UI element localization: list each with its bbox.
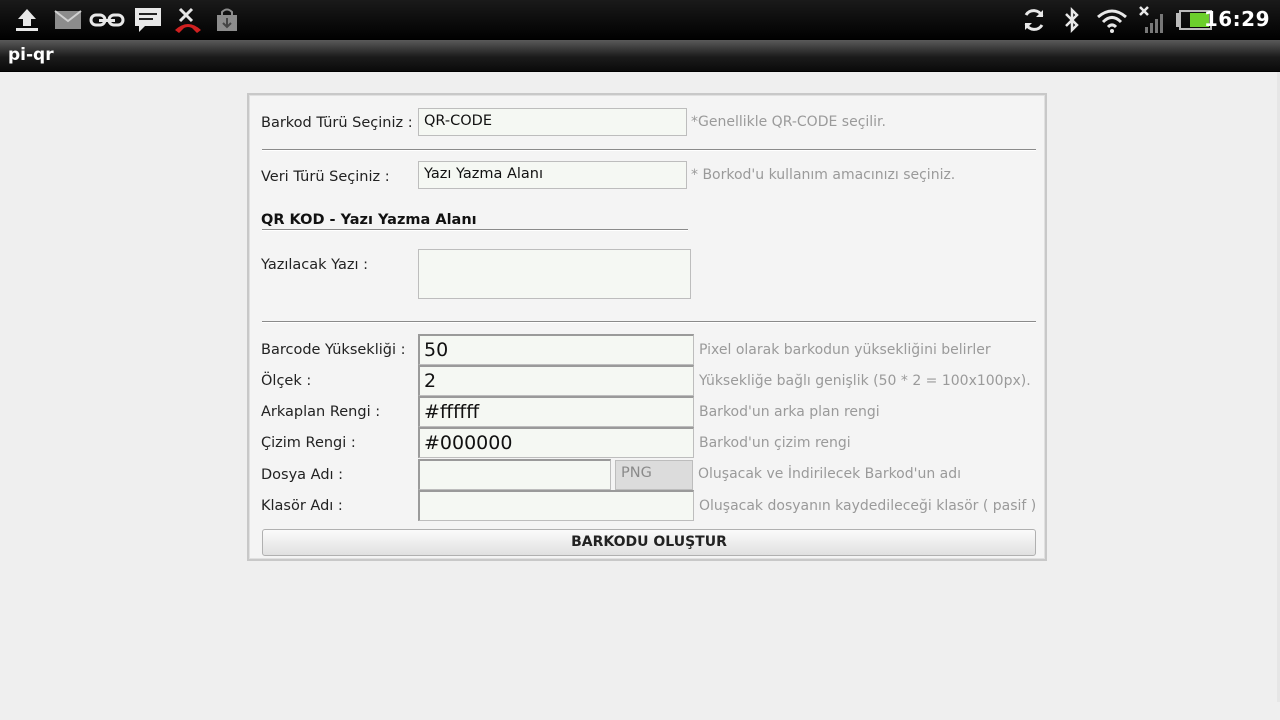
bg-color-label: Arkaplan Rengi : [261,404,381,420]
folder-name-input[interactable] [418,490,694,521]
barcode-type-hint: *Genellikle QR-CODE seçilir. [691,114,886,130]
draw-color-hint: Barkod'un çizim rengi [699,435,851,451]
height-input[interactable]: 50 [418,334,694,365]
bg-color-input[interactable]: #ffffff [418,396,694,427]
create-barcode-button[interactable]: BARKODU OLUŞTUR [262,529,1036,556]
scale-label: Ölçek : [261,373,312,389]
draw-color-input[interactable]: #000000 [418,427,694,458]
folder-name-hint: Oluşacak dosyanın kaydedileceği klasör (… [699,498,1037,514]
missed-call-icon [171,6,205,34]
height-hint: Pixel olarak barkodun yüksekliğini belir… [699,342,991,358]
sync-icon [1018,6,1050,34]
file-name-input[interactable] [418,459,611,490]
section-title: QR KOD - Yazı Yazma Alanı [261,212,477,228]
barcode-type-select[interactable]: QR-CODE [418,108,687,136]
file-extension-field: PNG [615,460,693,490]
shopping-bag-icon [213,6,241,34]
height-label: Barcode Yüksekliği : [261,342,406,358]
app-title: pi-qr [8,45,54,65]
upload-icon [12,6,42,34]
data-type-select[interactable]: Yazı Yazma Alanı [418,161,687,189]
message-icon [132,6,164,34]
section-divider [262,229,688,231]
divider [262,149,1036,151]
no-signal-icon [1136,6,1166,34]
file-name-hint: Oluşacak ve İndirilecek Barkod'un adı [698,466,962,482]
text-to-write-textarea[interactable] [418,249,691,299]
text-to-write-label: Yazılacak Yazı : [261,257,369,273]
mail-icon [53,6,83,34]
barcode-form: Barkod Türü Seçiniz : QR-CODE *Genellikl… [247,93,1047,561]
bg-color-hint: Barkod'un arka plan rengi [699,404,880,420]
draw-color-label: Çizim Rengi : [261,435,356,451]
app-title-bar: pi-qr [0,40,1280,72]
data-type-hint: * Borkod'u kullanım amacınızı seçiniz. [691,167,956,183]
file-name-label: Dosya Adı : [261,467,344,483]
scale-hint: Yüksekliğe bağlı genişlik (50 * 2 = 100x… [699,373,1031,389]
bluetooth-icon [1060,6,1084,34]
clock: 16:29 [1203,7,1270,31]
wifi-icon [1094,6,1130,34]
divider [262,321,1036,323]
status-bar: 16:29 [0,0,1280,40]
barcode-type-label: Barkod Türü Seçiniz : [261,115,413,131]
data-type-label: Veri Türü Seçiniz : [261,169,390,185]
link-icon [88,6,126,34]
scale-input[interactable]: 2 [418,365,694,396]
folder-name-label: Klasör Adı : [261,498,343,514]
